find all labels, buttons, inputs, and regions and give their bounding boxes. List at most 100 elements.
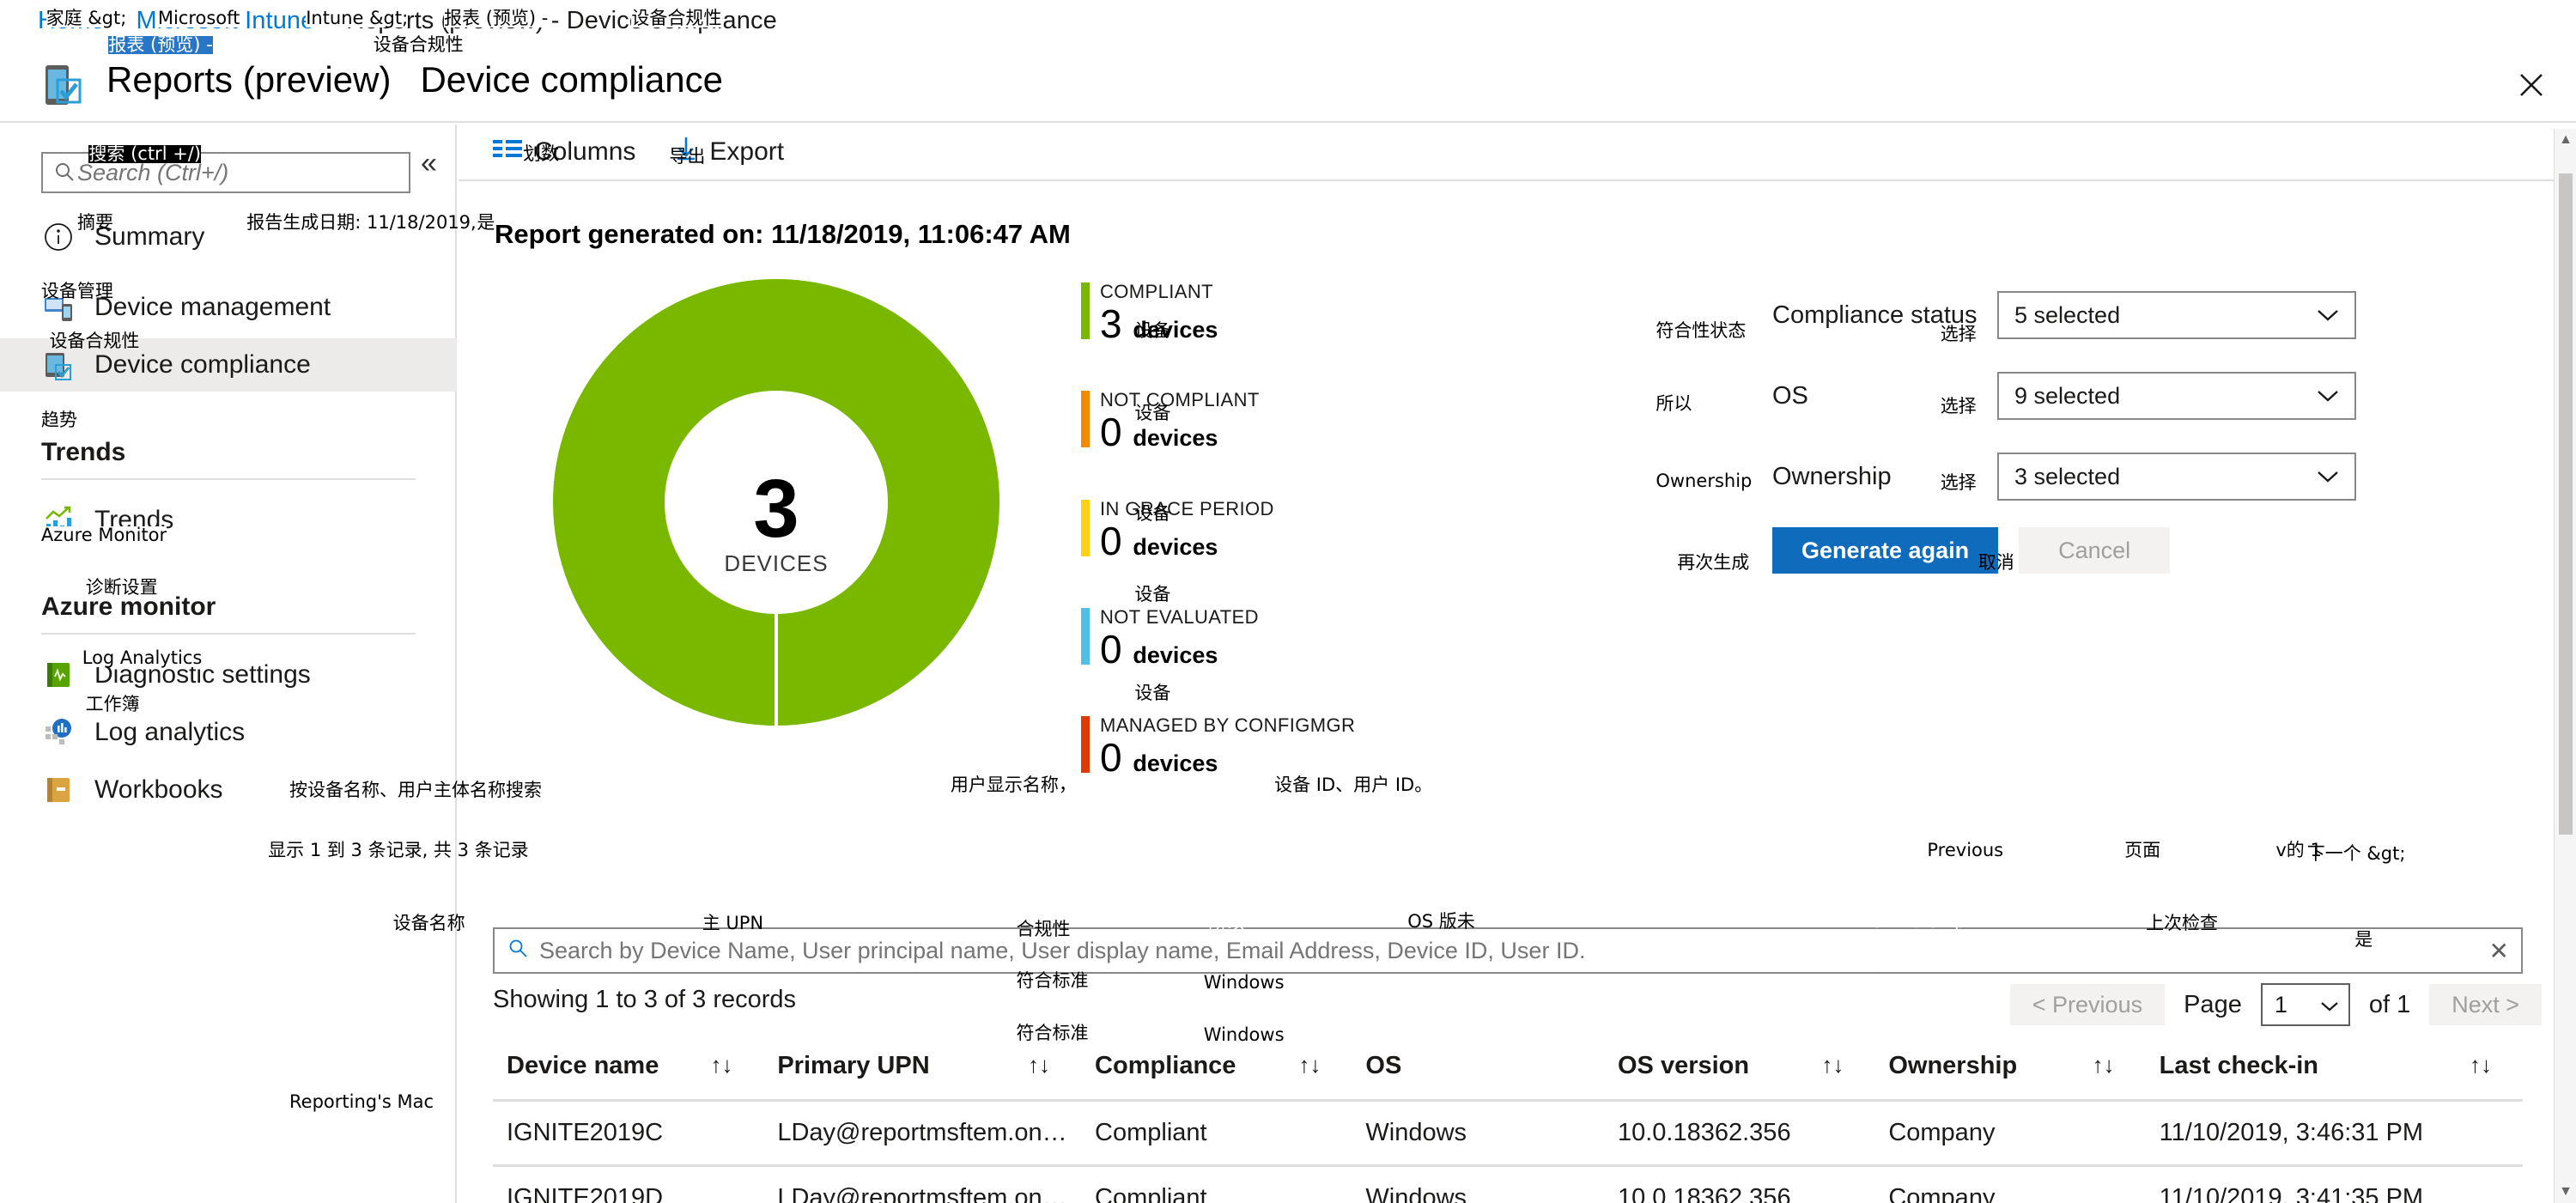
page-title-main: Reports (preview): [106, 59, 392, 100]
device-compliance-icon: [41, 348, 76, 382]
translation-annotation: 符合标准: [1016, 969, 1089, 991]
legend-color-swatch: [1081, 716, 1090, 774]
translation-annotation: 用户显示名称，: [950, 774, 1077, 795]
log-analytics-icon: [41, 715, 76, 750]
translation-annotation: Windows: [1203, 1024, 1285, 1045]
legend-label: MANAGED BY CONFIGMGR: [1100, 714, 1356, 737]
translation-annotation: 报表 (预览) -: [108, 34, 213, 56]
scrollbar-thumb[interactable]: [2559, 173, 2573, 835]
translation-annotation: 上次检查: [2146, 912, 2219, 933]
column-header-primary-upn[interactable]: Primary UPN ↑↓: [763, 1043, 1082, 1102]
filter-value: 9 selected: [2014, 382, 2121, 409]
sort-icon[interactable]: ↑↓: [1298, 1052, 1321, 1078]
columns-button[interactable]: Columns: [493, 137, 635, 167]
sidebar-item-log-analytics[interactable]: Log analytics: [0, 706, 457, 759]
sort-icon[interactable]: ↑↓: [2470, 1052, 2492, 1078]
filter-panel: Compliance status 5 selected OS 9 select…: [1772, 283, 2545, 574]
filter-row-os: OS 9 selected: [1772, 364, 2545, 428]
translation-annotation: 是: [477, 211, 495, 233]
legend-label: COMPLIANT: [1100, 281, 1213, 302]
translation-annotation: 取消: [1978, 552, 2014, 574]
cell-compliance: Compliant: [1081, 1165, 1352, 1203]
cancel-button[interactable]: Cancel: [2019, 527, 2171, 574]
table-search-box[interactable]: ✕: [493, 927, 2523, 974]
legend-value: 0 devices: [1100, 735, 1218, 781]
search-icon: [507, 938, 529, 964]
app-root: Home>Microsoft Intune>Reports (preview) …: [0, 0, 2576, 1203]
column-header-device-name[interactable]: Device name ↑↓: [493, 1043, 764, 1102]
sort-icon[interactable]: ↑↓: [2093, 1052, 2115, 1078]
cell-last-check-in: 11/10/2019, 3:46:31 PM: [2145, 1100, 2523, 1167]
translation-annotation: 主 UPN: [702, 912, 764, 933]
os-select[interactable]: 9 selected: [1997, 372, 2356, 420]
translation-annotation: 导出: [669, 146, 706, 167]
table-row[interactable]: IGNITE2019D LDay@reportmsftem.onm… Compl…: [493, 1165, 2523, 1203]
page-number-select[interactable]: 1: [2260, 983, 2350, 1026]
cell-os-version: 10.0.18362.356: [1603, 1100, 1875, 1167]
export-label: Export: [709, 137, 785, 166]
translation-annotation: 设备合规性: [373, 34, 464, 56]
device-compliance-icon: [38, 61, 86, 109]
pagination: < Previous Page 1 of 1 Next >: [2009, 983, 2542, 1026]
legend-value: 0 devices: [1100, 626, 1218, 671]
translation-annotation: 设备管理: [40, 281, 113, 302]
donut-center-label: DEVICES: [724, 550, 828, 576]
close-icon[interactable]: [2512, 66, 2550, 104]
sidebar-item-diagnostic-settings[interactable]: Diagnostic settings: [0, 648, 457, 702]
cell-primary-upn: LDay@reportmsftem.onm…: [763, 1100, 1082, 1167]
translation-annotation: Previous: [1927, 840, 2004, 861]
records-count-label: Showing 1 to 3 of 3 records: [493, 986, 797, 1013]
translation-annotation: 选择: [1940, 396, 1977, 417]
page-title-sub: Device compliance: [420, 59, 723, 100]
sort-icon[interactable]: ↑↓: [710, 1052, 732, 1078]
translation-annotation: 选择: [1940, 324, 1977, 345]
generate-again-button[interactable]: Generate again: [1772, 527, 1999, 574]
workbooks-icon: [41, 773, 76, 807]
translation-annotation: Intune &gt;: [306, 8, 409, 29]
scroll-up-arrow[interactable]: ▲: [2555, 129, 2576, 151]
translation-annotation: 显示 1 到 3 条记录, 共 3 条记录: [268, 840, 529, 861]
report-generated-on: Report generated on: 11/18/2019, 11:06:4…: [495, 219, 1071, 249]
filter-row-ownership: Ownership 3 selected: [1772, 445, 2545, 508]
column-header-ownership[interactable]: Ownership ↑↓: [1874, 1043, 2146, 1102]
column-header-os[interactable]: OS: [1352, 1043, 1604, 1102]
cell-ownership: Company: [1874, 1165, 2146, 1203]
cell-primary-upn: LDay@reportmsftem.onm…: [763, 1165, 1082, 1203]
translation-annotation: 是: [2354, 928, 2373, 950]
sidebar-item-label: Log analytics: [94, 718, 246, 746]
translation-annotation: Windows: [1203, 971, 1285, 993]
translation-annotation: 公司: [1869, 1024, 1906, 1045]
translation-annotation: Microsoft: [157, 8, 240, 29]
collapse-sidebar-button[interactable]: «: [421, 149, 437, 178]
page-number-value: 1: [2274, 991, 2287, 1018]
column-header-os-version[interactable]: OS version ↑↓: [1603, 1043, 1875, 1102]
ownership-select[interactable]: 3 selected: [1997, 453, 2356, 501]
filter-actions: Generate again Cancel: [1772, 527, 2545, 574]
next-page-button[interactable]: Next >: [2429, 984, 2542, 1025]
translation-annotation: Reporting's Mac: [289, 1091, 434, 1113]
compliance-status-select[interactable]: 5 selected: [1997, 291, 2356, 339]
clear-icon[interactable]: ✕: [2489, 937, 2509, 965]
sort-icon[interactable]: ↑↓: [1821, 1052, 1844, 1078]
sidebar-section-trends: Trends: [41, 438, 126, 466]
scroll-down-arrow[interactable]: ▼: [2555, 1181, 2576, 1203]
table-row[interactable]: IGNITE2019C LDay@reportmsftem.onm… Compl…: [493, 1100, 2523, 1167]
legend-color-swatch: [1081, 391, 1090, 448]
column-header-compliance[interactable]: Compliance ↑↓: [1081, 1043, 1352, 1102]
legend-value: 0 devices: [1100, 518, 1218, 563]
sort-icon[interactable]: ↑↓: [1028, 1052, 1050, 1078]
legend-item: NOT EVALUATED 0 devices: [1081, 606, 1442, 670]
search-icon: [52, 160, 77, 185]
translation-annotation: 下一个 &gt;: [2306, 843, 2406, 865]
table-search-input[interactable]: [539, 937, 2489, 964]
compliance-donut-chart: 3 DEVICES: [553, 279, 999, 726]
previous-page-button[interactable]: < Previous: [2009, 984, 2166, 1025]
cell-os: Windows: [1352, 1100, 1604, 1167]
vertical-scrollbar[interactable]: ▲ ▼: [2554, 129, 2576, 1203]
diagnostic-book-icon: [41, 658, 76, 692]
translation-annotation: 所以: [1208, 912, 1245, 933]
columns-icon: [493, 137, 522, 167]
cell-os-version: 10.0.18362.356: [1603, 1165, 1875, 1203]
translation-annotation: 设备: [1134, 320, 1171, 342]
column-header-last-check-in[interactable]: Last check-in ↑↓: [2145, 1043, 2523, 1102]
